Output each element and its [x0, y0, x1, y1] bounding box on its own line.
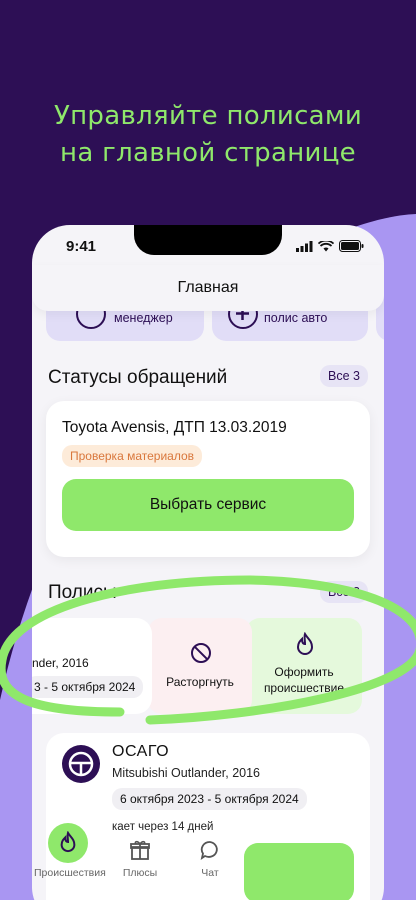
cancel-policy-action[interactable]: Расторгнуть	[148, 618, 252, 714]
section-title-requests: Статусы обращений	[48, 367, 228, 388]
hero-line-2: на главной странице	[60, 138, 356, 168]
active-tab-indicator	[48, 823, 88, 863]
quick-action-label: полис авто	[264, 311, 328, 325]
tab-label: Плюсы	[122, 867, 158, 879]
gift-icon	[130, 840, 150, 860]
choose-service-button[interactable]: Выбрать сервис	[62, 479, 354, 531]
status-icons	[296, 240, 364, 252]
requests-all-button[interactable]: Все 3	[320, 365, 368, 387]
flame-icon	[60, 831, 76, 853]
tab-label: Происшествия	[34, 867, 106, 879]
report-incident-action[interactable]: Оформить происшествие	[246, 618, 362, 714]
tab-label: Чат	[201, 867, 219, 879]
flame-icon	[296, 632, 314, 655]
signal-icon	[296, 240, 313, 252]
policy-dates-partial: 3 - 5 октября 2024	[32, 676, 144, 698]
wifi-icon	[318, 240, 334, 251]
tab-bar: Происшествия Плюсы Чат	[32, 823, 384, 900]
incident-label-2: происшествие	[263, 681, 345, 695]
status-badge: Проверка материалов	[62, 445, 203, 467]
cancel-label: Расторгнуть	[166, 675, 234, 689]
prohibited-icon	[191, 643, 211, 663]
policy-dates: 6 октября 2023 - 5 октября 2024	[112, 788, 307, 810]
steering-wheel-icon	[62, 745, 100, 783]
policy-car-partial: nder, 2016	[32, 656, 89, 670]
policies-all-button[interactable]: Все 3	[320, 581, 368, 603]
battery-icon	[339, 240, 364, 252]
policy-title: ОСАГО	[112, 743, 170, 760]
quick-action-label: менеджер	[114, 311, 173, 325]
policy-swipe-row: Оформить происшествие Расторгнуть nder, …	[32, 618, 384, 714]
request-title: Toyota Avensis, ДТП 13.03.2019	[62, 419, 287, 436]
phone-notch	[134, 225, 282, 255]
policy-card-swiped[interactable]: nder, 2016 3 - 5 октября 2024	[32, 618, 152, 714]
page-title: Главная	[32, 265, 384, 311]
chat-icon	[200, 841, 218, 860]
incident-label-1: Оформить	[274, 665, 334, 679]
policy-car: Mitsubishi Outlander, 2016	[112, 766, 261, 780]
status-time: 9:41	[66, 238, 97, 255]
hero-line-1: Управляйте полисами	[53, 101, 363, 131]
phone-frame: 9:41 Главная менеджер полис авто Статусы…	[32, 225, 384, 900]
section-title-policies: Полисы	[48, 582, 117, 603]
request-card[interactable]: Toyota Avensis, ДТП 13.03.2019 Проверка …	[46, 401, 370, 557]
hero-heading: Управляйте полисами на главной странице	[0, 98, 416, 172]
